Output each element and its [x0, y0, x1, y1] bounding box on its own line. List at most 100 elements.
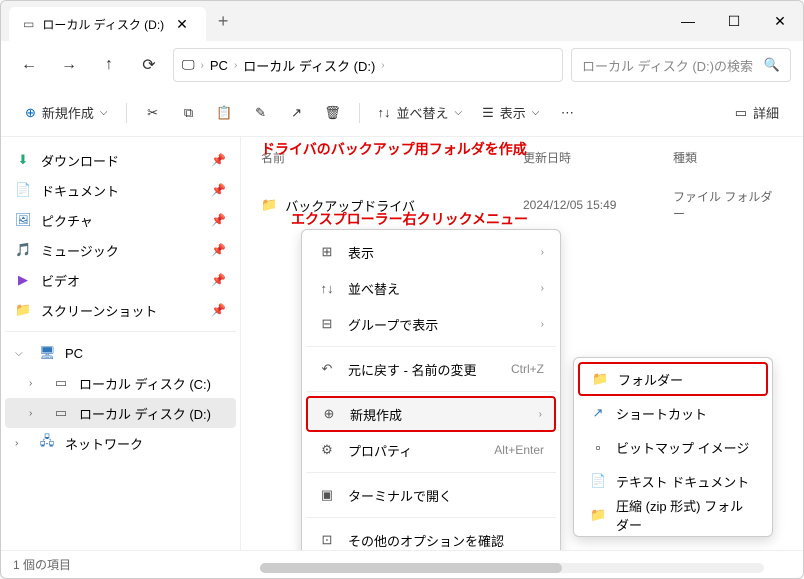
- copy-button[interactable]: ⧉: [173, 97, 205, 129]
- sidebar: ⬇ダウンロード📌 📄ドキュメント📌 🖼ピクチャ📌 🎵ミュージック📌 ▶ビデオ📌 …: [1, 137, 241, 550]
- chevron-right-icon: ›: [29, 408, 43, 419]
- paste-icon: 📋: [216, 105, 232, 121]
- cm-more[interactable]: ⊡その他のオプションを確認: [306, 522, 556, 550]
- separator: [126, 103, 127, 123]
- breadcrumb-separator: ›: [234, 60, 237, 71]
- close-button[interactable]: ✕: [757, 1, 803, 41]
- details-button[interactable]: ▭ 詳細: [727, 97, 787, 129]
- view-button[interactable]: ☰ 表示 ⌵: [474, 97, 547, 129]
- pin-icon: 📌: [211, 273, 226, 287]
- monitor-icon: 🖵: [182, 57, 195, 73]
- chevron-right-icon: ›: [541, 319, 544, 330]
- more-button[interactable]: ⋯: [551, 97, 583, 129]
- view-icon: ☰: [482, 105, 494, 121]
- group-icon: ⊟: [318, 316, 336, 332]
- sort-icon: ↑↓: [378, 105, 391, 120]
- sidebar-item-drive-c[interactable]: ›▭ローカル ディスク (C:): [5, 368, 236, 398]
- scrollbar-thumb[interactable]: [260, 563, 562, 573]
- videos-icon: ▶: [15, 272, 31, 288]
- chevron-down-icon: ⌵: [100, 107, 108, 118]
- search-placeholder: ローカル ディスク (D:)の検索: [582, 56, 753, 75]
- sm-bitmap[interactable]: ▫ビットマップ イメージ: [578, 430, 768, 464]
- up-button[interactable]: ↑: [93, 49, 125, 81]
- rename-button[interactable]: ✎: [245, 97, 277, 129]
- search-input[interactable]: ローカル ディスク (D:)の検索 🔍: [571, 48, 791, 82]
- toolbar: ⊕ 新規作成 ⌵ ✂ ⧉ 📋 ✎ ↗ 🗑 ↑↓ 並べ替え ⌵ ☰ 表示 ⌵ ⋯ …: [1, 89, 803, 137]
- explorer-window: ▭ ローカル ディスク (D:) ✕ + — ☐ ✕ ← → ↑ ⟳ 🖵 › P…: [0, 0, 804, 579]
- sidebar-item-pc[interactable]: ⌵🖥PC: [5, 338, 236, 368]
- cm-terminal[interactable]: ▣ターミナルで開く: [306, 477, 556, 513]
- new-button[interactable]: ⊕ 新規作成 ⌵: [17, 97, 116, 129]
- sm-zip[interactable]: 📁圧縮 (zip 形式) フォルダー: [578, 498, 768, 532]
- new-tab-button[interactable]: +: [206, 11, 241, 32]
- breadcrumb-pc[interactable]: PC: [210, 58, 228, 73]
- cm-group[interactable]: ⊟グループで表示›: [306, 306, 556, 342]
- divider: [306, 391, 556, 392]
- sidebar-item-videos[interactable]: ▶ビデオ📌: [5, 265, 236, 295]
- file-list-area[interactable]: 名前 更新日時 種類 ドライバのバックアップ用フォルダを作成 📁バックアップドラ…: [241, 137, 803, 550]
- cm-view[interactable]: ⊞表示›: [306, 234, 556, 270]
- chevron-right-icon: ›: [541, 247, 544, 258]
- sidebar-item-documents[interactable]: 📄ドキュメント📌: [5, 175, 236, 205]
- new-submenu: 📁フォルダー ↗ショートカット ▫ビットマップ イメージ 📄テキスト ドキュメン…: [573, 357, 773, 537]
- context-menu: ⊞表示› ↑↓並べ替え› ⊟グループで表示› ↶元に戻す - 名前の変更Ctrl…: [301, 229, 561, 550]
- forward-button[interactable]: →: [53, 49, 85, 81]
- sort-button[interactable]: ↑↓ 並べ替え ⌵: [370, 97, 471, 129]
- document-icon: 📄: [15, 182, 31, 198]
- divider: [306, 517, 556, 518]
- plus-icon: ⊕: [320, 406, 338, 422]
- plus-icon: ⊕: [25, 105, 36, 121]
- sidebar-item-music[interactable]: 🎵ミュージック📌: [5, 235, 236, 265]
- pin-icon: 📌: [211, 303, 226, 317]
- delete-button[interactable]: 🗑: [317, 97, 349, 129]
- share-button[interactable]: ↗: [281, 97, 313, 129]
- sidebar-item-drive-d[interactable]: ›▭ローカル ディスク (D:): [5, 398, 236, 428]
- window-controls: — ☐ ✕: [665, 1, 803, 41]
- sm-shortcut[interactable]: ↗ショートカット: [578, 396, 768, 430]
- sort-icon: ↑↓: [318, 281, 336, 296]
- close-tab-icon[interactable]: ✕: [172, 16, 192, 33]
- cm-sort[interactable]: ↑↓並べ替え›: [306, 270, 556, 306]
- col-type[interactable]: 種類: [673, 149, 783, 166]
- tab-active[interactable]: ▭ ローカル ディスク (D:) ✕: [9, 7, 206, 41]
- sidebar-item-network[interactable]: ›🖧ネットワーク: [5, 428, 236, 458]
- cut-button[interactable]: ✂: [137, 97, 169, 129]
- image-icon: ▫: [590, 440, 606, 455]
- sm-folder[interactable]: 📁フォルダー: [578, 362, 768, 396]
- delete-icon: 🗑: [324, 105, 341, 121]
- paste-button[interactable]: 📋: [209, 97, 241, 129]
- shortcut-icon: ↗: [590, 405, 606, 421]
- refresh-button[interactable]: ⟳: [133, 49, 165, 81]
- breadcrumb[interactable]: 🖵 › PC › ローカル ディスク (D:) ›: [173, 48, 563, 82]
- cm-new[interactable]: ⊕新規作成›: [306, 396, 556, 432]
- folder-icon: 📁: [592, 371, 608, 387]
- maximize-button[interactable]: ☐: [711, 1, 757, 41]
- divider: [5, 331, 236, 332]
- drive-icon: ▭: [53, 375, 69, 391]
- back-button[interactable]: ←: [13, 49, 45, 81]
- cm-properties[interactable]: ⚙プロパティAlt+Enter: [306, 432, 556, 468]
- chevron-right-icon: ›: [29, 378, 43, 389]
- minimize-button[interactable]: —: [665, 1, 711, 41]
- sidebar-item-screenshots[interactable]: 📁スクリーンショット📌: [5, 295, 236, 325]
- drive-icon: ▭: [23, 17, 34, 31]
- horizontal-scrollbar[interactable]: [260, 563, 764, 573]
- pc-icon: 🖥: [39, 345, 55, 361]
- annotation-top: ドライバのバックアップ用フォルダを作成: [261, 139, 527, 159]
- col-date[interactable]: 更新日時: [523, 149, 673, 166]
- sidebar-item-pictures[interactable]: 🖼ピクチャ📌: [5, 205, 236, 235]
- sidebar-item-downloads[interactable]: ⬇ダウンロード📌: [5, 145, 236, 175]
- chevron-right-icon: ›: [539, 409, 542, 420]
- annotation-mid: エクスプローラー右クリックメニュー: [291, 209, 528, 229]
- breadcrumb-drive[interactable]: ローカル ディスク (D:): [243, 56, 375, 75]
- pin-icon: 📌: [211, 213, 226, 227]
- search-icon: 🔍: [764, 57, 780, 73]
- pin-icon: 📌: [211, 153, 226, 167]
- cm-undo[interactable]: ↶元に戻す - 名前の変更Ctrl+Z: [306, 351, 556, 387]
- folder-icon: 📁: [15, 302, 31, 318]
- drive-icon: ▭: [53, 405, 69, 421]
- breadcrumb-separator: ›: [381, 60, 384, 71]
- gear-icon: ⚙: [318, 442, 336, 458]
- main-area: ⬇ダウンロード📌 📄ドキュメント📌 🖼ピクチャ📌 🎵ミュージック📌 ▶ビデオ📌 …: [1, 137, 803, 550]
- sm-text[interactable]: 📄テキスト ドキュメント: [578, 464, 768, 498]
